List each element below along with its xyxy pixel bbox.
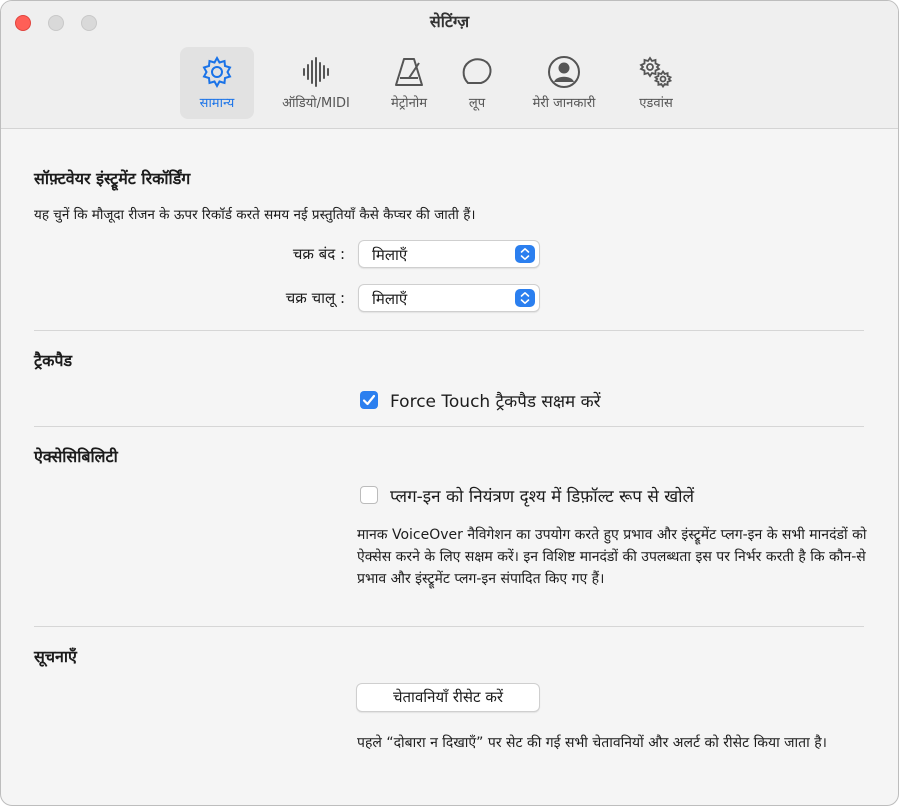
section-heading-trackpad: ट्रैकपैड — [34, 351, 73, 370]
gear-icon — [202, 55, 232, 89]
section-heading-notifications: सूचनाएँ — [34, 647, 77, 666]
gears-icon — [639, 56, 673, 89]
section-heading-accessibility: ऐक्सेसिबिलिटी — [34, 447, 118, 466]
cycle-off-select[interactable]: मिलाएँ — [358, 240, 540, 268]
cycle-on-select[interactable]: मिलाएँ — [358, 284, 540, 312]
tab-label: सामान्य — [199, 96, 235, 111]
tab-label: मेरी जानकारी — [532, 96, 596, 111]
tab-label: लूप — [468, 96, 486, 111]
recording-description: यह चुनें कि मौजूदा रीजन के ऊपर रिकॉर्ड क… — [34, 207, 476, 223]
tab-general[interactable]: सामान्य — [180, 47, 254, 119]
force-touch-label: Force Touch ट्रैकपैड सक्षम करें — [390, 392, 601, 412]
cycle-off-value: मिलाएँ — [372, 246, 408, 264]
section-heading-recording: सॉफ़्टवेयर इंस्ट्रूमेंट रिकॉर्डिंग — [34, 169, 191, 188]
settings-window: सेटिंग्ज़ सामान्य ऑडियो/MIDI मेट्रोनोम ल… — [0, 0, 899, 806]
chevron-up-down-icon — [515, 289, 535, 307]
checkmark-icon — [362, 394, 376, 406]
tab-audio-midi[interactable]: ऑडियो/MIDI — [267, 47, 365, 119]
tab-loop[interactable]: लूप — [449, 47, 505, 119]
tab-label: ऑडियो/MIDI — [282, 96, 350, 111]
tab-metronome[interactable]: मेट्रोनोम — [373, 47, 445, 119]
cycle-on-value: मिलाएँ — [372, 290, 408, 308]
divider — [34, 426, 864, 427]
waveform-icon — [303, 57, 329, 87]
settings-content: सॉफ़्टवेयर इंस्ट्रूमेंट रिकॉर्डिंग यह चु… — [1, 129, 898, 805]
plugin-controls-checkbox[interactable] — [360, 486, 378, 504]
person-circle-icon — [548, 56, 580, 88]
toolbar: सेटिंग्ज़ सामान्य ऑडियो/MIDI मेट्रोनोम ल… — [1, 1, 898, 129]
divider — [34, 626, 864, 627]
plugin-controls-label: प्लग-इन को नियंत्रण दृश्य में डिफ़ॉल्ट र… — [390, 487, 695, 507]
tab-advanced[interactable]: एडवांस — [623, 47, 689, 119]
tab-label: एडवांस — [639, 96, 673, 111]
cycle-on-label: चक्र चालू : — [285, 289, 345, 307]
notifications-description: पहले “दोबारा न दिखाएँ” पर सेट की गई सभी … — [357, 735, 827, 751]
window-title: सेटिंग्ज़ — [429, 12, 470, 31]
metronome-icon — [395, 58, 423, 86]
accessibility-description: मानक VoiceOver नैविगेशन का उपयोग करते हु… — [357, 527, 867, 587]
reset-warnings-button[interactable]: चेतावनियाँ रीसेट करें — [356, 683, 540, 712]
cycle-off-label: चक्र बंद : — [292, 245, 345, 263]
force-touch-checkbox[interactable] — [360, 391, 378, 409]
chevron-up-down-icon — [515, 245, 535, 263]
loop-icon — [462, 58, 492, 84]
divider — [34, 330, 864, 331]
tab-my-info[interactable]: मेरी जानकारी — [513, 47, 615, 119]
tab-label: मेट्रोनोम — [390, 96, 428, 111]
